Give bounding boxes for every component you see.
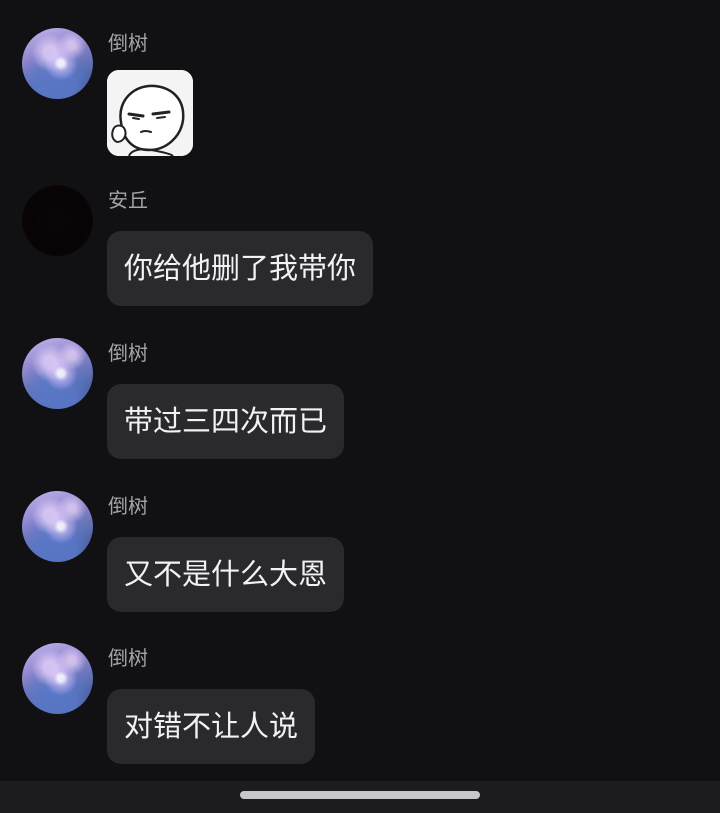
avatar[interactable] (22, 28, 93, 99)
sender-name: 倒树 (108, 31, 148, 55)
message-bubble[interactable]: 你给他删了我带你 (107, 231, 374, 306)
sender-name: 倒树 (108, 646, 148, 670)
avatar[interactable] (22, 491, 93, 562)
sticker-image[interactable] (107, 70, 193, 156)
avatar[interactable] (22, 185, 93, 256)
message-bubble[interactable]: 对错不让人说 (107, 689, 316, 764)
avatar[interactable] (22, 643, 93, 714)
chat-screen: 倒树 安丘 你给他删了我带你 倒树 带过三四次而已 倒树 又不是什么大恩 倒树 … (0, 0, 720, 813)
home-indicator[interactable] (240, 791, 480, 799)
meme-face-icon (107, 70, 193, 156)
message-bubble[interactable]: 又不是什么大恩 (107, 537, 345, 612)
bottom-bar (0, 781, 720, 813)
sender-name: 倒树 (108, 341, 148, 365)
message-bubble[interactable]: 带过三四次而已 (107, 384, 345, 459)
avatar[interactable] (22, 338, 93, 409)
sender-name: 倒树 (108, 494, 148, 518)
sender-name: 安丘 (108, 188, 148, 212)
